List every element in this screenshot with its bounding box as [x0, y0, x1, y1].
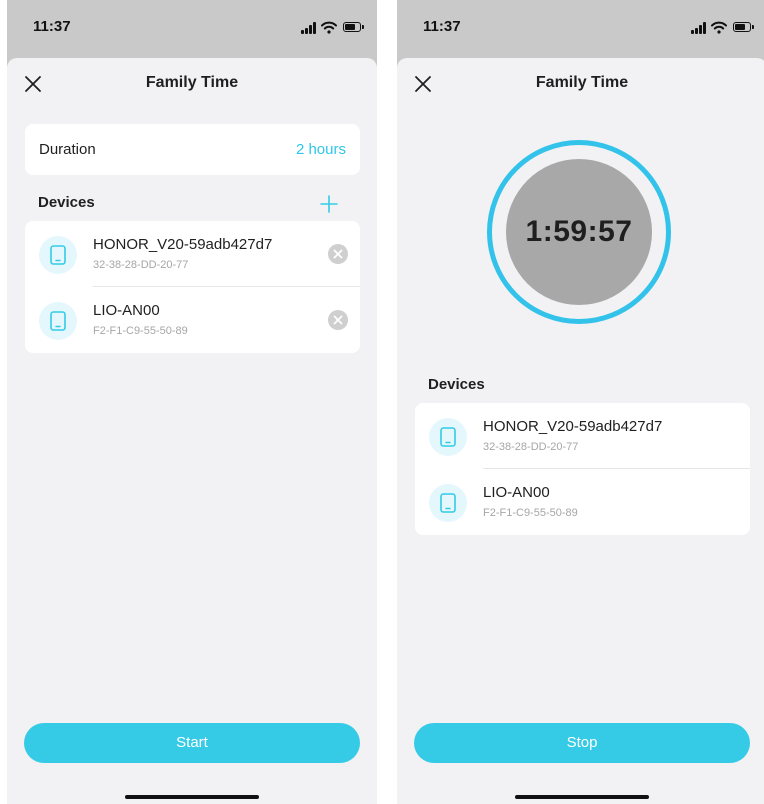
page-title: Family Time [535, 74, 629, 91]
family-time-setup-screen: 11:37 Family Time Duration 2 hours Devic… [7, 0, 377, 804]
phone-icon [429, 418, 467, 456]
start-button[interactable]: Start [24, 723, 360, 763]
home-indicator [515, 795, 649, 799]
device-mac: F2-F1-C9-55-50-89 [93, 325, 188, 337]
device-name: HONOR_V20-59adb427d7 [93, 236, 273, 253]
device-name: LIO-AN00 [93, 302, 160, 319]
battery-icon [343, 22, 364, 32]
family-time-sheet: Family Time Duration 2 hours Devices HON… [7, 58, 377, 804]
status-time: 11:37 [33, 18, 71, 35]
countdown-timer: 1:59:57 [487, 140, 671, 324]
timer-remaining: 1:59:57 [525, 215, 633, 248]
device-name: LIO-AN00 [483, 484, 550, 501]
duration-value[interactable]: 2 hours [296, 141, 346, 158]
home-indicator [125, 795, 259, 799]
device-item: HONOR_V20-59adb427d7 32-38-28-DD-20-77 [415, 403, 750, 469]
phone-icon [429, 484, 467, 522]
battery-icon [733, 22, 754, 32]
device-item[interactable]: LIO-AN00 F2-F1-C9-55-50-89 [25, 287, 360, 353]
signal-icon [691, 22, 707, 34]
device-mac: 32-38-28-DD-20-77 [483, 441, 579, 453]
stop-button[interactable]: Stop [414, 723, 750, 763]
devices-section-label: Devices [38, 194, 95, 211]
devices-section-label: Devices [428, 376, 485, 393]
status-bar: 11:37 [397, 0, 764, 58]
status-bar: 11:37 [7, 0, 377, 58]
family-time-sheet: Family Time 1:59:57 Devices HONOR_V20-59… [397, 58, 764, 804]
page-title: Family Time [145, 74, 239, 91]
device-mac: 32-38-28-DD-20-77 [93, 259, 189, 271]
family-time-running-screen: 11:37 Family Time 1:59:57 Devices HONOR_… [397, 0, 764, 804]
remove-icon[interactable] [328, 244, 348, 264]
remove-icon[interactable] [328, 310, 348, 330]
wifi-icon [711, 21, 727, 34]
device-list: HONOR_V20-59adb427d7 32-38-28-DD-20-77 L… [25, 221, 360, 353]
timer-face: 1:59:57 [506, 159, 652, 305]
wifi-icon [321, 21, 337, 34]
duration-row[interactable]: Duration 2 hours [25, 124, 360, 175]
phone-icon [39, 302, 77, 340]
device-mac: F2-F1-C9-55-50-89 [483, 507, 578, 519]
signal-icon [301, 22, 317, 34]
device-name: HONOR_V20-59adb427d7 [483, 418, 663, 435]
phone-icon [39, 236, 77, 274]
plus-icon[interactable] [319, 194, 339, 214]
duration-label: Duration [39, 141, 96, 158]
status-time: 11:37 [423, 18, 461, 35]
device-list: HONOR_V20-59adb427d7 32-38-28-DD-20-77 L… [415, 403, 750, 535]
device-item[interactable]: HONOR_V20-59adb427d7 32-38-28-DD-20-77 [25, 221, 360, 287]
device-item: LIO-AN00 F2-F1-C9-55-50-89 [415, 469, 750, 535]
